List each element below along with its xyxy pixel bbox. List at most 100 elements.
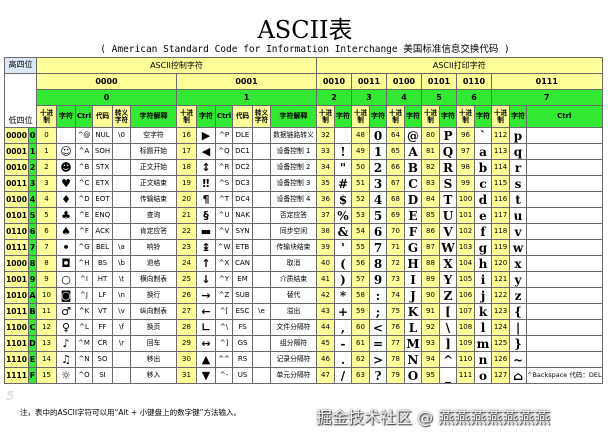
decimal-cell: 63 — [351, 367, 370, 384]
decimal-cell: 113 — [491, 143, 510, 160]
decimal-cell: 8 — [36, 255, 57, 272]
escape-cell — [252, 143, 271, 160]
decimal-cell: 64 — [386, 127, 405, 144]
symbol-cell: ↔ — [196, 335, 216, 352]
row-hex: 0 — [28, 127, 37, 144]
decimal-cell: 39 — [316, 239, 335, 256]
row-binary: 0111 — [4, 239, 29, 256]
desc-cell: 纵向制表 — [130, 303, 177, 320]
decimal-cell: 123 — [491, 303, 510, 320]
decimal-cell: 48 — [351, 127, 370, 144]
row-binary: 1111 — [4, 367, 29, 384]
escape-cell — [252, 319, 271, 336]
code-cell: STX — [92, 159, 113, 176]
row-binary: 0010 — [4, 159, 29, 176]
table-row: 1001 9 9 ○ ^I HT \t 横向制表 25 ↓ ^Y EM 介质结束 41) 57 9 73 I 89 Y… — [4, 271, 603, 288]
col-char: 字符 — [509, 105, 527, 128]
escape-cell — [252, 191, 271, 208]
decimal-cell: 77 — [386, 335, 405, 352]
col-decimal: 十进制 — [176, 105, 197, 128]
watermark-left: 5 — [6, 389, 15, 403]
row-hex: 1 — [28, 143, 37, 160]
escape-cell — [252, 223, 271, 240]
decimal-cell: 127 — [491, 367, 510, 384]
decimal-cell: 18 — [176, 159, 197, 176]
desc-cell: 换页 — [130, 319, 177, 336]
symbol-cell: ♦ — [56, 191, 76, 208]
table-row: 1011 B 11 ♂ ^K VT \v 纵向制表 27 ← ^[ESC \e 溢出 43 +59; 75 K 9… — [4, 303, 603, 320]
escape-cell: \t — [112, 271, 131, 288]
decimal-cell: 94 — [421, 351, 440, 368]
decimal-cell: 34 — [316, 159, 335, 176]
char-cell: \ — [439, 319, 457, 336]
code-cell: EOT — [92, 191, 113, 208]
decimal-cell: 13 — [36, 335, 57, 352]
decimal-cell: 86 — [421, 223, 440, 240]
row-binary: 1010 — [4, 287, 29, 304]
row-hex: B — [28, 303, 37, 320]
table-row: 1000 8 8 ◘ ^H BS \b 退格 24 ↑ ^X CAN 取消 40(56 8 72 H 88 X 104… — [4, 255, 603, 272]
char-cell: ` — [474, 127, 492, 144]
char-cell: . — [334, 351, 352, 368]
code-cell: ENQ — [92, 207, 113, 224]
char-cell: * — [334, 287, 352, 304]
desc-cell: 记录分隔符 — [270, 351, 317, 368]
char-cell: 3 — [369, 175, 387, 192]
low-bits-label: 低四位 — [4, 73, 37, 128]
char-cell: g — [474, 239, 492, 256]
escape-cell: \0 — [112, 127, 131, 144]
decimal-cell: 88 — [421, 255, 440, 272]
decimal-cell: 92 — [421, 319, 440, 336]
char-cell: b — [474, 159, 492, 176]
decimal-cell: 3 — [36, 175, 57, 192]
decimal-cell: 40 — [316, 255, 335, 272]
char-cell: z — [509, 287, 527, 304]
decimal-cell: 42 — [316, 287, 335, 304]
ctrl-last-cell — [526, 127, 603, 144]
decimal-cell: 11 — [36, 303, 57, 320]
row-binary: 0110 — [4, 223, 29, 240]
decimal-cell: 99 — [456, 175, 475, 192]
decimal-cell: 107 — [456, 303, 475, 320]
ctrl-cell: ^J — [75, 287, 93, 304]
col-decimal: 十进制 — [36, 105, 57, 128]
col-decimal: 十进制 — [456, 105, 475, 128]
char-cell: ^ — [439, 351, 457, 368]
table-row: 0110 6 6 ♠ ^F ACK 肯定应答 22 ▬ ^V SYN 同步空闲 38 & 54 6 70 F 86 V… — [4, 223, 603, 240]
decimal-cell: 32 — [316, 127, 335, 144]
group-digit-1: 1 — [176, 89, 317, 106]
char-cell: , — [334, 319, 352, 336]
decimal-cell: 85 — [421, 207, 440, 224]
code-cell: VT — [92, 303, 113, 320]
char-cell: < — [369, 319, 387, 336]
decimal-cell: 19 — [176, 175, 197, 192]
escape-cell — [112, 191, 131, 208]
char-cell: Q — [439, 143, 457, 160]
char-cell: F — [404, 223, 422, 240]
group-digit-5: 5 — [421, 89, 457, 106]
char-cell: E — [404, 207, 422, 224]
char-cell: U — [439, 207, 457, 224]
table-row: 1010 A 10 ◙ ^J LF \n 换行 26 → ^Z SUB 替代 42 * 58:74 J 90 Z 10… — [4, 287, 603, 304]
symbol-cell: ♪ — [56, 335, 76, 352]
escape-cell: \r — [112, 335, 131, 352]
decimal-cell: 70 — [386, 223, 405, 240]
symbol-cell — [56, 127, 76, 144]
char-cell: Y — [439, 271, 457, 288]
decimal-cell: 120 — [491, 255, 510, 272]
decimal-cell: 71 — [386, 239, 405, 256]
escape-cell — [112, 175, 131, 192]
ctrl-last-cell: ^Backspace 代码：DEL — [526, 367, 603, 384]
col-decimal: 十进制 — [421, 105, 440, 128]
decimal-cell: 23 — [176, 239, 197, 256]
ascii-rows: 0000 0 0 ^@ NUL \0 空字符 16 ▶ ^P DLE 数据链路转义 32 48 0 64 @80… — [4, 127, 603, 384]
decimal-cell: 38 — [316, 223, 335, 240]
decimal-cell: 54 — [351, 223, 370, 240]
char-cell: ? — [369, 367, 387, 384]
char-cell: W — [439, 239, 457, 256]
escape-cell — [252, 207, 271, 224]
decimal-cell: 121 — [491, 271, 510, 288]
code-cell: ESC — [232, 303, 253, 320]
ctrl-cell: ^P — [215, 127, 233, 144]
table-row: 1101 D 13 ♪ ^M CR \r 回车 29 ↔ ^] GS 组分隔符 45-61 = 77 M 93] 1… — [4, 335, 603, 352]
